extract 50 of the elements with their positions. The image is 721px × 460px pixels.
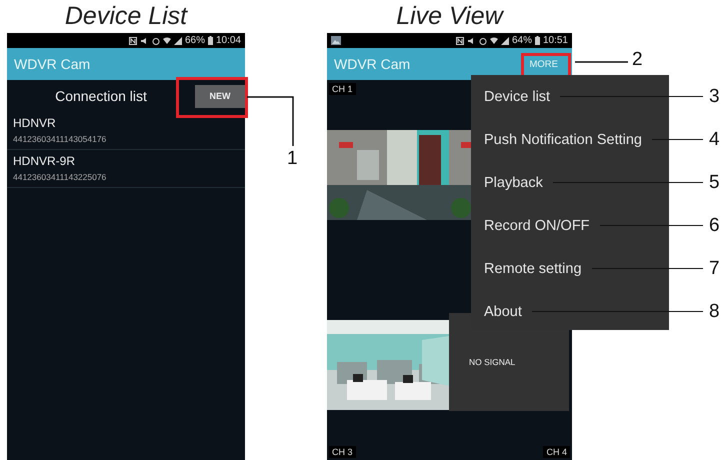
alarm-icon <box>152 36 160 44</box>
clock-time: 10:51 <box>542 35 568 46</box>
channel-label: CH 4 <box>543 446 570 458</box>
channel-label: CH 3 <box>329 446 356 458</box>
menu-item[interactable]: Push Notification Setting <box>484 132 642 148</box>
device-name: HDNVR-9R <box>13 154 76 168</box>
menu-item[interactable]: Device list <box>484 88 550 104</box>
app-title: WDVR Cam <box>334 56 410 72</box>
menu-item[interactable]: Remote setting <box>484 260 582 276</box>
connection-row[interactable]: HDNVR 44123603411143054176 <box>7 112 245 150</box>
callout-number: 7 <box>709 258 721 280</box>
list-heading: Connection list <box>54 88 148 104</box>
nfc-icon <box>128 36 137 44</box>
battery-level: 66% <box>184 35 205 46</box>
callout-number: 3 <box>709 86 721 108</box>
clock-time: 10:04 <box>216 35 241 46</box>
figure-title: Live View <box>395 1 505 32</box>
connection-row[interactable]: HDNVR-9R 44123603411143225076 <box>7 150 245 188</box>
device-id: 44123603411143225076 <box>13 172 108 182</box>
callout-number: 8 <box>709 300 721 322</box>
wifi-icon <box>162 36 171 44</box>
callout-number: 1 <box>287 148 298 170</box>
device-id: 44123603411143054176 <box>13 134 108 144</box>
nfc-icon <box>456 36 464 44</box>
image-icon <box>331 36 341 45</box>
new-button[interactable]: NEW <box>195 84 245 108</box>
battery-icon <box>534 36 540 45</box>
leader-line <box>575 61 628 63</box>
callout-number: 6 <box>709 214 721 236</box>
leader-line <box>652 138 703 140</box>
callout-number: 5 <box>709 172 721 194</box>
callout-number: 4 <box>709 128 721 150</box>
figure-title: Device List <box>64 1 189 32</box>
menu-item[interactable]: Playback <box>484 174 543 190</box>
alarm-icon <box>478 36 487 44</box>
mute-icon <box>466 36 476 44</box>
signal-icon <box>500 36 509 44</box>
device-name: HDNVR <box>13 116 57 130</box>
menu-item[interactable]: Record ON/OFF <box>484 218 590 234</box>
leader-line <box>247 96 294 146</box>
mute-icon <box>140 36 149 44</box>
signal-icon <box>174 36 182 44</box>
app-title: WDVR Cam <box>14 56 90 72</box>
callout-number: 2 <box>632 49 643 71</box>
no-signal-message: NO SIGNAL <box>469 357 516 367</box>
channel-label: CH 1 <box>329 83 356 95</box>
menu-item[interactable]: About <box>484 304 522 320</box>
battery-level: 64% <box>512 35 532 46</box>
battery-icon <box>208 36 213 45</box>
wifi-icon <box>490 36 498 44</box>
